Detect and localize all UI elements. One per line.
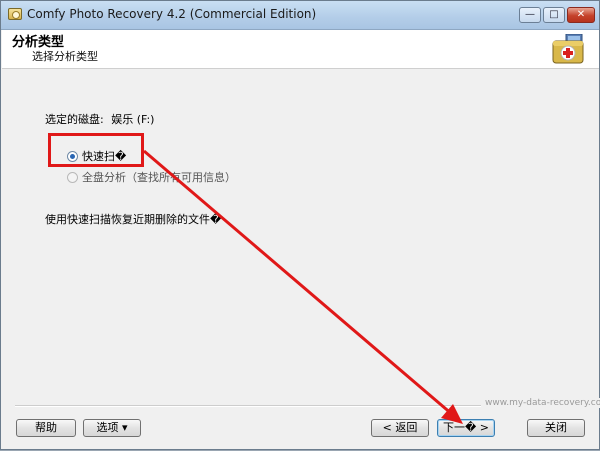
window-title: Comfy Photo Recovery 4.2 (Commercial Edi… bbox=[27, 7, 317, 21]
maximize-button[interactable]: □ bbox=[543, 7, 565, 23]
app-icon bbox=[8, 8, 22, 20]
close-button[interactable]: 关闭 bbox=[527, 419, 585, 437]
back-button[interactable]: < 返回 bbox=[371, 419, 429, 437]
close-window-button[interactable]: ✕ bbox=[567, 7, 595, 23]
website-watermark: www.my-data-recovery.com bbox=[481, 398, 600, 408]
scan-description: 使用快速扫描恢复近期删除的文件� bbox=[45, 213, 222, 226]
help-button[interactable]: 帮助 bbox=[16, 419, 76, 437]
selected-drive-label: 选定的磁盘: bbox=[45, 113, 104, 126]
first-aid-kit-icon bbox=[552, 34, 584, 64]
page-subtitle: 选择分析类型 bbox=[32, 50, 98, 63]
selected-drive: 选定的磁盘: 娱乐 (F:) bbox=[45, 111, 154, 127]
full-analysis-radio[interactable] bbox=[67, 171, 78, 183]
next-button[interactable]: 下一� > bbox=[437, 419, 495, 437]
minimize-button[interactable]: — bbox=[519, 7, 541, 23]
app-window: Comfy Photo Recovery 4.2 (Commercial Edi… bbox=[0, 0, 600, 450]
full-analysis-option[interactable]: 全盘分析（查找所有可用信息） bbox=[67, 169, 236, 185]
selected-drive-value: 娱乐 (F:) bbox=[111, 113, 155, 126]
options-button[interactable]: 选项 ▾ bbox=[83, 419, 141, 437]
title-bar[interactable]: Comfy Photo Recovery 4.2 (Commercial Edi… bbox=[1, 1, 599, 30]
full-analysis-label[interactable]: 全盘分析（查找所有可用信息） bbox=[82, 169, 236, 185]
highlight-box bbox=[48, 133, 144, 167]
wizard-header: 分析类型 选择分析类型 bbox=[2, 30, 599, 69]
